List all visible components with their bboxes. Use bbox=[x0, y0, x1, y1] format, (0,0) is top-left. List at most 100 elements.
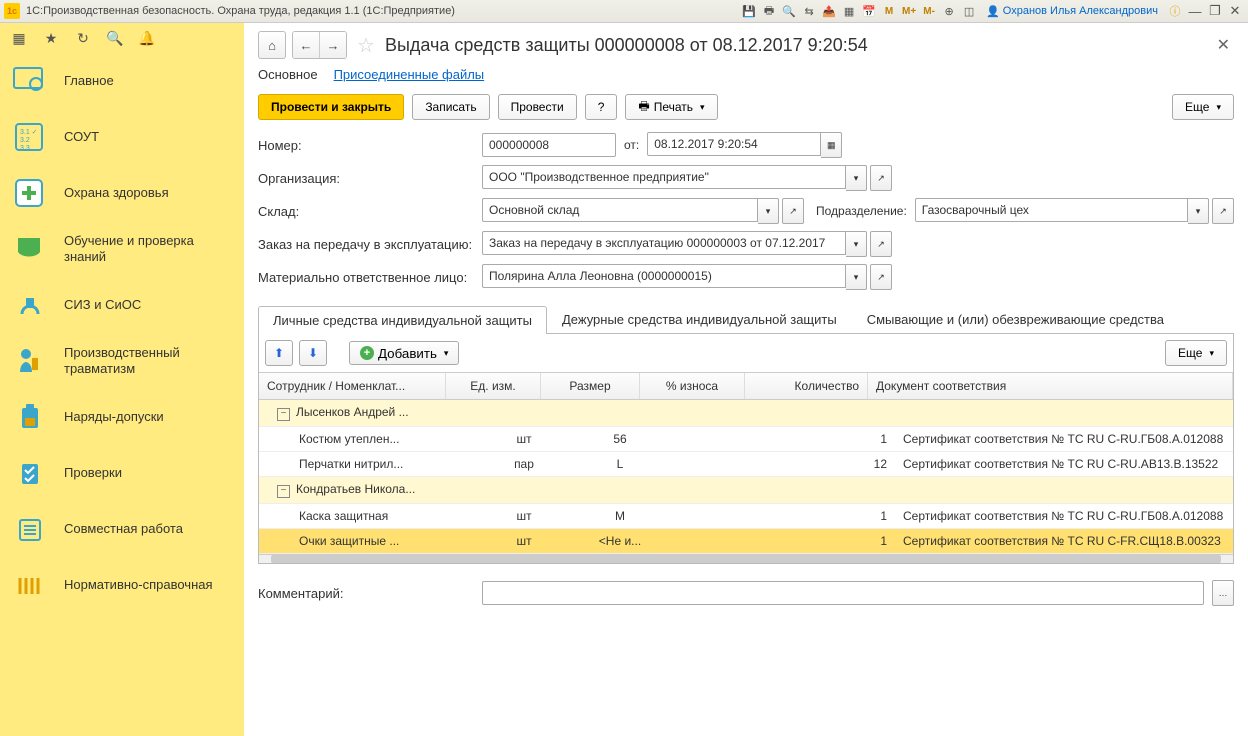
dropdown-icon[interactable]: ▾ bbox=[846, 231, 867, 257]
subtab-main[interactable]: Основное bbox=[258, 63, 318, 86]
col-employee[interactable]: Сотрудник / Номенклат... bbox=[259, 373, 446, 399]
post-and-close-button[interactable]: Провести и закрыть bbox=[258, 94, 404, 120]
order-field[interactable]: Заказ на передачу в эксплуатацию 0000000… bbox=[482, 231, 846, 255]
calc-icon[interactable]: ▦ bbox=[840, 3, 858, 19]
move-up-button[interactable]: ⬆ bbox=[265, 340, 293, 366]
app-logo: 1c bbox=[4, 3, 20, 19]
save-icon[interactable]: 💾 bbox=[740, 3, 758, 19]
sidebar-icon bbox=[10, 509, 50, 549]
save-button[interactable]: Записать bbox=[412, 94, 489, 120]
export-icon[interactable]: 📤 bbox=[820, 3, 838, 19]
col-wear[interactable]: % износа bbox=[640, 373, 745, 399]
notifications-icon[interactable]: 🔔 bbox=[138, 29, 156, 47]
home-button[interactable]: ⌂ bbox=[258, 31, 286, 59]
mol-field[interactable]: Полярина Алла Леоновна (0000000015) bbox=[482, 264, 846, 288]
preview-icon[interactable]: 🔍 bbox=[780, 3, 798, 19]
print-button[interactable]: 🖶Печать bbox=[625, 94, 717, 120]
horizontal-scrollbar[interactable] bbox=[259, 554, 1233, 563]
table-row[interactable]: Перчатки нитрил...парL12Сертификат соотв… bbox=[259, 452, 1233, 477]
comment-expand-button[interactable]: … bbox=[1212, 580, 1234, 606]
memory-m-icon[interactable]: M bbox=[880, 3, 898, 19]
back-button[interactable]: ← bbox=[293, 32, 320, 58]
open-icon[interactable]: ↗ bbox=[870, 231, 892, 257]
sidebar-icon bbox=[10, 173, 50, 213]
sidebar-item-label: Нормативно-справочная bbox=[64, 577, 213, 593]
open-icon[interactable]: ↗ bbox=[782, 198, 804, 224]
star-outline-icon[interactable]: ☆ bbox=[357, 33, 375, 58]
more-button[interactable]: Еще bbox=[1172, 94, 1234, 120]
sidebar-item-label: Главное bbox=[64, 73, 114, 89]
table-group-row[interactable]: −Лысенков Андрей ... bbox=[259, 400, 1233, 427]
history-icon[interactable]: ↻ bbox=[74, 29, 92, 47]
add-row-button[interactable]: +Добавить▾ bbox=[349, 341, 459, 365]
col-unit[interactable]: Ед. изм. bbox=[446, 373, 541, 399]
calendar-icon[interactable]: 📅 bbox=[860, 3, 878, 19]
close-window-button[interactable]: ✕ bbox=[1226, 3, 1244, 19]
help-button[interactable]: ? bbox=[585, 94, 618, 120]
sidebar-item-1[interactable]: 3.1 ✓3.23.3СОУТ bbox=[0, 109, 244, 165]
open-icon[interactable]: ↗ bbox=[870, 264, 892, 290]
panes-icon[interactable]: ◫ bbox=[960, 3, 978, 19]
tab-duty-ppe[interactable]: Дежурные средства индивидуальной защиты bbox=[547, 305, 852, 333]
sidebar-item-7[interactable]: Проверки bbox=[0, 445, 244, 501]
open-icon[interactable]: ↗ bbox=[870, 165, 892, 191]
open-icon[interactable]: ↗ bbox=[1212, 198, 1234, 224]
sidebar-item-label: Охрана здоровья bbox=[64, 185, 169, 201]
sidebar-icon bbox=[10, 397, 50, 437]
table-row[interactable]: Костюм утеплен...шт561Сертификат соответ… bbox=[259, 427, 1233, 452]
calendar-picker-icon[interactable]: ▦ bbox=[821, 132, 842, 158]
current-user[interactable]: 👤Охранов Илья Александрович bbox=[986, 5, 1158, 18]
compare-icon[interactable]: ⇆ bbox=[800, 3, 818, 19]
restore-button[interactable]: ❐ bbox=[1206, 3, 1224, 19]
table-row[interactable]: Очки защитные ...шт<Не и...1Сертификат с… bbox=[259, 529, 1233, 554]
warehouse-field[interactable]: Основной склад bbox=[482, 198, 758, 222]
number-field[interactable]: 000000008 bbox=[482, 133, 616, 157]
tab-personal-ppe[interactable]: Личные средства индивидуальной защиты bbox=[258, 306, 547, 334]
table-group-row[interactable]: −Кондратьев Никола... bbox=[259, 477, 1233, 504]
page-title: Выдача средств защиты 000000008 от 08.12… bbox=[385, 35, 868, 56]
apps-icon[interactable]: ▦ bbox=[10, 29, 28, 47]
memory-mplus-icon[interactable]: M+ bbox=[900, 3, 918, 19]
dept-field[interactable]: Газосварочный цех bbox=[915, 198, 1188, 222]
dropdown-icon[interactable]: ▾ bbox=[846, 165, 867, 191]
sidebar-item-6[interactable]: Наряды-допуски bbox=[0, 389, 244, 445]
favorite-icon[interactable]: ★ bbox=[42, 29, 60, 47]
forward-button[interactable]: → bbox=[320, 32, 346, 58]
sidebar-item-3[interactable]: Обучение и проверка знаний bbox=[0, 221, 244, 277]
dropdown-icon[interactable]: ▾ bbox=[758, 198, 779, 224]
post-button[interactable]: Провести bbox=[498, 94, 577, 120]
sidebar-item-8[interactable]: Совместная работа bbox=[0, 501, 244, 557]
col-cert[interactable]: Документ соответствия bbox=[868, 373, 1233, 399]
dropdown-icon[interactable]: ▾ bbox=[846, 264, 867, 290]
collapse-icon[interactable]: − bbox=[277, 485, 290, 498]
sidebar-item-label: Производственный травматизм bbox=[64, 345, 234, 376]
dropdown-icon[interactable]: ▾ bbox=[1188, 198, 1209, 224]
grid-more-button[interactable]: Еще bbox=[1165, 340, 1227, 366]
table-row[interactable]: Каска защитнаяштM1Сертификат соответстви… bbox=[259, 504, 1233, 529]
sidebar-item-4[interactable]: СИЗ и СиОС bbox=[0, 277, 244, 333]
collapse-icon[interactable]: − bbox=[277, 408, 290, 421]
col-qty[interactable]: Количество bbox=[745, 373, 868, 399]
zoom-in-icon[interactable]: ⊕ bbox=[940, 3, 958, 19]
sidebar-item-label: Проверки bbox=[64, 465, 122, 481]
tab-washing-agents[interactable]: Смывающие и (или) обезвреживающие средст… bbox=[852, 305, 1179, 333]
sidebar-item-0[interactable]: Главное bbox=[0, 53, 244, 109]
sidebar-item-2[interactable]: Охрана здоровья bbox=[0, 165, 244, 221]
col-size[interactable]: Размер bbox=[541, 373, 640, 399]
app-title: 1С:Производственная безопасность. Охрана… bbox=[26, 5, 740, 17]
sidebar-item-9[interactable]: Нормативно-справочная bbox=[0, 557, 244, 613]
info-icon[interactable]: ⓘ bbox=[1166, 3, 1184, 19]
sidebar-item-5[interactable]: Производственный травматизм bbox=[0, 333, 244, 389]
minimize-button[interactable]: — bbox=[1186, 3, 1204, 19]
comment-field[interactable] bbox=[482, 581, 1204, 605]
org-field[interactable]: ООО "Производственное предприятие" bbox=[482, 165, 846, 189]
search-icon[interactable]: 🔍 bbox=[106, 29, 124, 47]
date-field[interactable]: 08.12.2017 9:20:54 bbox=[647, 132, 821, 156]
print-label: Печать bbox=[654, 100, 693, 114]
memory-mminus-icon[interactable]: M- bbox=[920, 3, 938, 19]
move-down-button[interactable]: ⬇ bbox=[299, 340, 327, 366]
print-icon[interactable]: 🖶 bbox=[760, 3, 778, 19]
subtab-attached-files[interactable]: Присоединенные файлы bbox=[334, 63, 485, 86]
org-label: Организация: bbox=[258, 171, 474, 186]
close-tab-button[interactable]: ✕ bbox=[1213, 31, 1234, 59]
